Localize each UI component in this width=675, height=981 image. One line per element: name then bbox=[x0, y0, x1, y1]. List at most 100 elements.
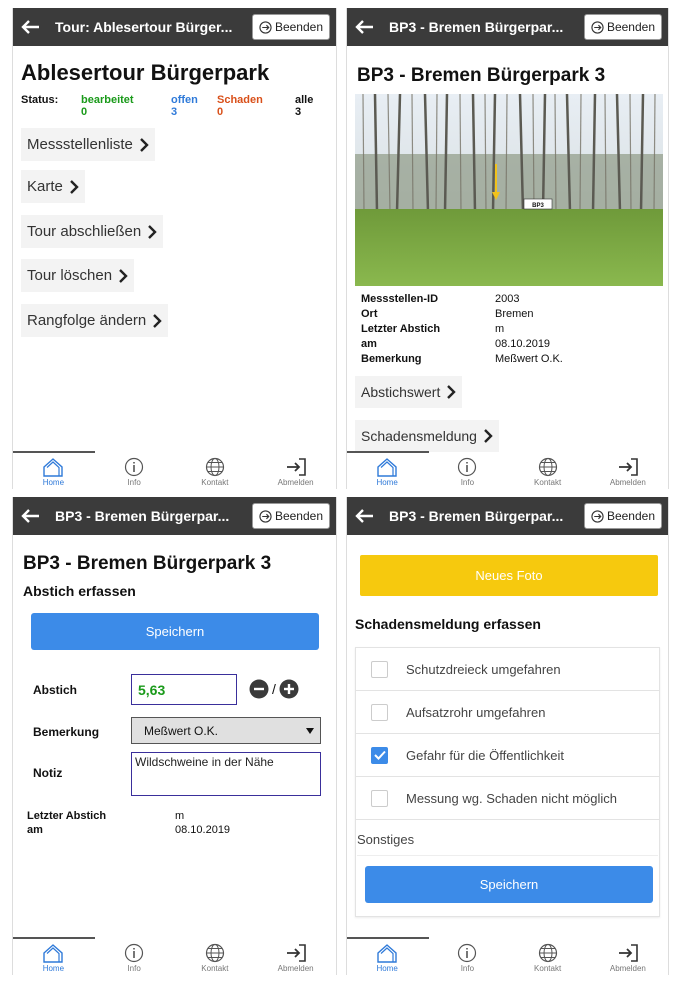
nav-logout[interactable]: Abmelden bbox=[266, 457, 326, 487]
nav-contact[interactable]: Kontakt bbox=[518, 457, 578, 487]
back-button[interactable] bbox=[347, 8, 381, 46]
option-public-danger[interactable]: Gefahr für die Öffentlichkeit bbox=[355, 734, 660, 777]
status-processed: bearbeitet 0 bbox=[81, 94, 134, 118]
note-textarea[interactable]: Wildschweine in der Nähe bbox=[131, 752, 321, 796]
remark-select-value: Meßwert O.K. bbox=[144, 723, 219, 738]
minus-circle-icon[interactable] bbox=[249, 679, 269, 699]
globe-icon bbox=[205, 943, 224, 963]
nav-info[interactable]: Info bbox=[104, 457, 164, 487]
nav-info[interactable]: Info bbox=[437, 943, 497, 973]
option-measurement-impossible[interactable]: Messung wg. Schaden nicht möglich bbox=[355, 777, 660, 820]
nav-logout[interactable]: Abmelden bbox=[266, 943, 326, 973]
nav-home-label: Home bbox=[42, 478, 65, 487]
nav-home[interactable]: Home bbox=[23, 457, 83, 487]
reading-stepper: / bbox=[249, 677, 311, 701]
status-open-count: 3 bbox=[171, 106, 178, 118]
info-icon bbox=[125, 943, 144, 963]
measurement-list-button[interactable]: Messstellenliste bbox=[21, 128, 155, 161]
home-icon bbox=[43, 458, 64, 477]
page-title: BP3 - Bremen Bürgerpark 3 bbox=[357, 65, 606, 86]
stepper-separator: / bbox=[272, 681, 276, 697]
nav-info-label: Info bbox=[127, 964, 141, 973]
remark-select[interactable]: Meßwert O.K. bbox=[131, 717, 321, 744]
detail-label-id: Messstellen-ID bbox=[361, 293, 439, 305]
status-all-count: 3 bbox=[295, 106, 302, 118]
plus-circle-icon[interactable] bbox=[279, 679, 299, 699]
reading-input[interactable]: 5,63 bbox=[131, 674, 237, 705]
back-button[interactable] bbox=[13, 497, 47, 535]
status-open-label: offen bbox=[171, 94, 198, 106]
save-button[interactable]: Speichern bbox=[31, 613, 319, 650]
info-icon bbox=[458, 457, 477, 477]
nav-contact[interactable]: Kontakt bbox=[518, 943, 578, 973]
nav-info-label: Info bbox=[460, 964, 475, 973]
delete-tour-button[interactable]: Tour löschen bbox=[21, 259, 135, 292]
checkbox-unchecked[interactable] bbox=[371, 660, 388, 678]
end-button[interactable]: Beenden bbox=[583, 14, 662, 40]
new-photo-button[interactable]: Neues Foto bbox=[360, 555, 658, 596]
button-label: Karte bbox=[27, 178, 63, 195]
bottom-nav: Home Info Kontakt Abmelden bbox=[13, 453, 336, 489]
back-button[interactable] bbox=[13, 8, 47, 46]
back-button[interactable] bbox=[347, 497, 381, 535]
globe-icon bbox=[205, 457, 224, 477]
other-input[interactable]: Sonstiges bbox=[357, 824, 658, 856]
status-all-label: alle bbox=[295, 94, 314, 106]
end-button-label: Beenden bbox=[606, 20, 655, 34]
screen-record-reading: BP3 - Bremen Bürgerpar... Beenden BP3 - … bbox=[12, 497, 337, 975]
button-label: Rangfolge ändern bbox=[27, 312, 147, 329]
nav-logout[interactable]: Abmelden bbox=[598, 457, 658, 487]
topbar-title: Tour: Ablesertour Bürger... bbox=[55, 19, 233, 35]
checkbox-unchecked[interactable] bbox=[371, 789, 388, 807]
button-label: Abstichswert bbox=[361, 384, 441, 400]
end-button[interactable]: Beenden bbox=[251, 503, 330, 529]
detail-value-remark: Meßwert O.K. bbox=[495, 353, 563, 365]
home-icon bbox=[43, 944, 64, 963]
section-title: Abstich erfassen bbox=[23, 583, 136, 599]
end-button-label: Beenden bbox=[274, 509, 323, 523]
nav-contact-label: Kontakt bbox=[534, 478, 562, 487]
damage-report-button[interactable]: Schadensmeldung bbox=[355, 420, 499, 452]
status-damage: Schaden 0 bbox=[217, 94, 263, 118]
end-button-label: Beenden bbox=[274, 20, 323, 34]
option-warning-triangle[interactable]: Schutzdreieck umgefahren bbox=[355, 648, 660, 691]
nav-contact-label: Kontakt bbox=[534, 964, 562, 973]
nav-info[interactable]: Info bbox=[437, 457, 497, 487]
nav-info-label: Info bbox=[127, 478, 141, 487]
option-top-pipe[interactable]: Aufsatzrohr umgefahren bbox=[355, 691, 660, 734]
exit-icon bbox=[259, 20, 272, 34]
checkbox-unchecked[interactable] bbox=[371, 703, 388, 721]
bottom-nav: Home Info Kontakt Abmelden bbox=[347, 453, 668, 489]
nav-logout[interactable]: Abmelden bbox=[598, 943, 658, 973]
nav-home-label: Home bbox=[376, 478, 398, 487]
topbar-title: BP3 - Bremen Bürgerpar... bbox=[389, 508, 564, 524]
nav-contact[interactable]: Kontakt bbox=[185, 943, 245, 973]
finish-tour-button[interactable]: Tour abschließen bbox=[21, 215, 164, 248]
nav-home-label: Home bbox=[376, 964, 398, 973]
nav-info[interactable]: Info bbox=[104, 943, 164, 973]
map-button[interactable]: Karte bbox=[21, 170, 85, 203]
chevron-right-icon bbox=[140, 137, 149, 152]
page-title: BP3 - Bremen Bürgerpark 3 bbox=[23, 553, 272, 574]
status-damage-label: Schaden bbox=[217, 94, 263, 106]
end-button-label: Beenden bbox=[606, 509, 655, 523]
screen-tour-overview: Tour: Ablesertour Bürger... Beenden Able… bbox=[12, 8, 337, 489]
nav-home[interactable]: Home bbox=[357, 457, 417, 487]
end-button[interactable]: Beenden bbox=[251, 14, 330, 40]
arrow-left-icon bbox=[355, 20, 373, 34]
last-reading-value: m bbox=[175, 810, 185, 822]
change-order-button[interactable]: Rangfolge ändern bbox=[21, 304, 169, 337]
save-button[interactable]: Speichern bbox=[365, 866, 653, 903]
reading-value-button[interactable]: Abstichswert bbox=[355, 376, 463, 408]
nav-contact[interactable]: Kontakt bbox=[185, 457, 245, 487]
logout-icon bbox=[618, 458, 638, 476]
end-button[interactable]: Beenden bbox=[583, 503, 662, 529]
screens-grid: Tour: Ablesertour Bürger... Beenden Able… bbox=[0, 0, 675, 981]
exit-icon bbox=[259, 509, 272, 523]
nav-home[interactable]: Home bbox=[23, 943, 83, 973]
button-label: Schadensmeldung bbox=[361, 428, 477, 444]
logout-icon bbox=[618, 944, 638, 962]
checkbox-checked[interactable] bbox=[371, 746, 388, 764]
nav-home[interactable]: Home bbox=[357, 943, 417, 973]
detail-value-id: 2003 bbox=[495, 293, 520, 305]
